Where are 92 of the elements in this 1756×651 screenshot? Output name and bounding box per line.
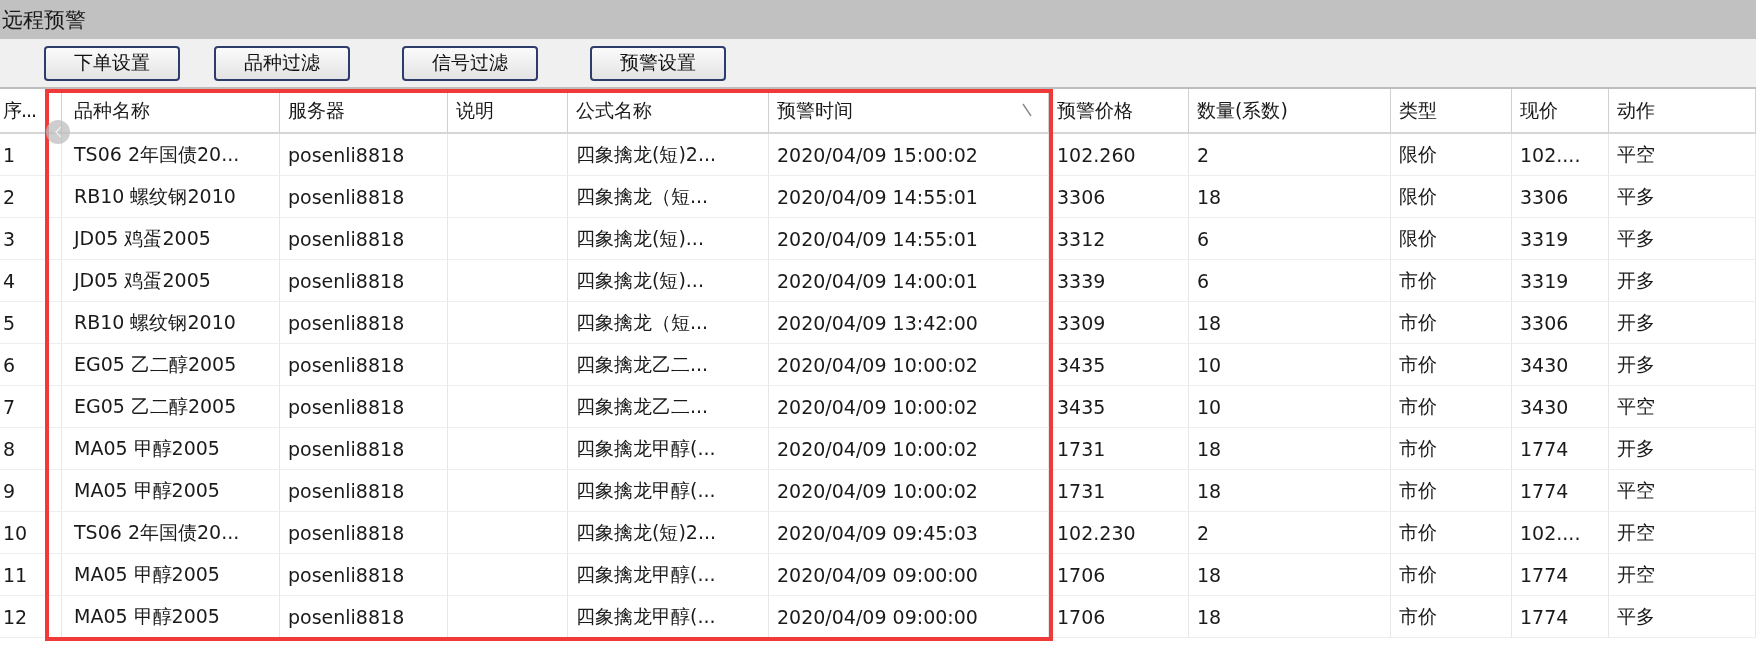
table-cell: 开空 (1609, 554, 1756, 595)
table-cell: 市价 (1391, 344, 1512, 385)
table-cell: 四象擒龙乙二... (568, 344, 769, 385)
sort-icon[interactable] (1022, 103, 1032, 117)
table-cell: 四象擒龙(短)... (568, 218, 769, 259)
table-cell: RB10 螺纹钢2010 (62, 302, 280, 343)
toolbar-button[interactable]: 信号过滤 (402, 45, 538, 81)
table-cell: 市价 (1391, 554, 1512, 595)
table-cell: 市价 (1391, 302, 1512, 343)
table-cell: 3430 (1512, 344, 1609, 385)
table-cell: 平多 (1609, 596, 1756, 637)
table-cell: 四象擒龙(短)2... (568, 512, 769, 553)
table-cell: 6 (1189, 260, 1391, 301)
table-cell: EG05 乙二醇2005 (62, 386, 280, 427)
table-cell: 10 (1189, 386, 1391, 427)
table-cell: 四象擒龙(短)2... (568, 134, 769, 175)
table-cell: 3430 (1512, 386, 1609, 427)
table-cell: posenli8818 (280, 218, 448, 259)
table-cell: 市价 (1391, 512, 1512, 553)
back-button[interactable] (46, 120, 70, 144)
column-header[interactable]: 现价 (1512, 89, 1609, 132)
table-cell: 平多 (1609, 218, 1756, 259)
table-cell: 市价 (1391, 470, 1512, 511)
table-cell: JD05 鸡蛋2005 (62, 260, 280, 301)
table-cell: 市价 (1391, 386, 1512, 427)
toolbar-button[interactable]: 预警设置 (590, 45, 726, 81)
table-cell: 18 (1189, 554, 1391, 595)
table-cell: 3306 (1512, 302, 1609, 343)
table-cell: 四象擒龙甲醇(... (568, 470, 769, 511)
table-cell: 四象擒龙(短)... (568, 260, 769, 301)
table-cell: 3319 (1512, 218, 1609, 259)
table-cell: 1774 (1512, 428, 1609, 469)
table-cell: 四象擒龙（短... (568, 176, 769, 217)
table-cell: 18 (1189, 596, 1391, 637)
table-cell: posenli8818 (280, 302, 448, 343)
table-cell: posenli8818 (280, 176, 448, 217)
table-cell: 平空 (1609, 470, 1756, 511)
table-cell: 6 (1189, 218, 1391, 259)
table-cell: 2 (1189, 134, 1391, 175)
table-cell: posenli8818 (280, 428, 448, 469)
chevron-left-icon (54, 126, 62, 138)
column-header[interactable]: 数量(系数) (1189, 89, 1391, 132)
table-cell: 1774 (1512, 470, 1609, 511)
table-cell: 开多 (1609, 260, 1756, 301)
table-cell: 开多 (1609, 302, 1756, 343)
table-cell: posenli8818 (280, 512, 448, 553)
table-cell: posenli8818 (280, 260, 448, 301)
table-cell: 1774 (1512, 596, 1609, 637)
table-cell: 限价 (1391, 218, 1512, 259)
table-cell: 平多 (1609, 176, 1756, 217)
table-cell: 限价 (1391, 176, 1512, 217)
column-header[interactable]: 动作 (1609, 89, 1756, 132)
table-cell: 10 (1189, 344, 1391, 385)
table-cell: 102.... (1512, 134, 1609, 175)
table-cell: 18 (1189, 470, 1391, 511)
column-header[interactable]: 类型 (1391, 89, 1512, 132)
toolbar-button[interactable]: 品种过滤 (214, 45, 350, 81)
toolbar-button[interactable]: 下单设置 (44, 45, 180, 81)
table-cell: 平空 (1609, 134, 1756, 175)
table-cell: 3319 (1512, 260, 1609, 301)
table-cell: 1774 (1512, 554, 1609, 595)
table-cell: TS06 2年国债20... (62, 512, 280, 553)
table-cell: 102.... (1512, 512, 1609, 553)
table-cell: 四象擒龙甲醇(... (568, 428, 769, 469)
table-cell: 市价 (1391, 428, 1512, 469)
table-cell: RB10 螺纹钢2010 (62, 176, 280, 217)
table-cell: posenli8818 (280, 470, 448, 511)
table-cell: 四象擒龙（短... (568, 302, 769, 343)
table-cell: posenli8818 (280, 344, 448, 385)
panel-title: 远程预警 (2, 6, 86, 34)
table-cell: 2 (1189, 512, 1391, 553)
table-cell: 18 (1189, 428, 1391, 469)
table-cell: 开多 (1609, 344, 1756, 385)
table-cell: 市价 (1391, 596, 1512, 637)
table-cell: JD05 鸡蛋2005 (62, 218, 280, 259)
table-cell: MA05 甲醇2005 (62, 428, 280, 469)
table-cell: 18 (1189, 176, 1391, 217)
table-cell: 18 (1189, 302, 1391, 343)
table-cell: EG05 乙二醇2005 (62, 344, 280, 385)
table-cell: 四象擒龙乙二... (568, 386, 769, 427)
table-cell: posenli8818 (280, 134, 448, 175)
table-cell: MA05 甲醇2005 (62, 470, 280, 511)
table-cell: posenli8818 (280, 386, 448, 427)
table-cell: 平空 (1609, 386, 1756, 427)
table-cell: MA05 甲醇2005 (62, 554, 280, 595)
table-cell: 四象擒龙甲醇(... (568, 554, 769, 595)
table-cell: 开多 (1609, 428, 1756, 469)
table-cell: 3306 (1512, 176, 1609, 217)
table-cell: 限价 (1391, 134, 1512, 175)
table-cell: posenli8818 (280, 554, 448, 595)
table-cell: 开空 (1609, 512, 1756, 553)
table-cell: 市价 (1391, 260, 1512, 301)
